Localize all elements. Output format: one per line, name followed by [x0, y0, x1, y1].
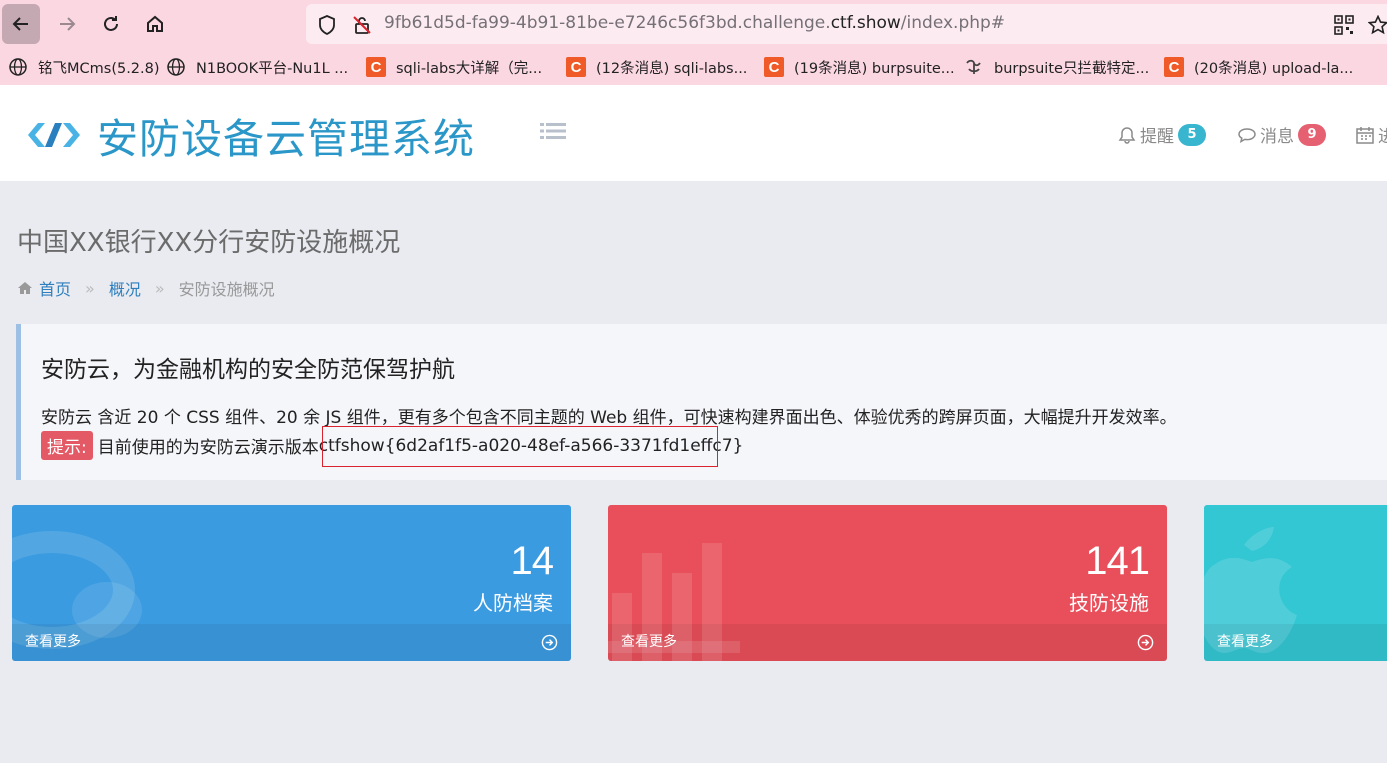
view-more-label: 查看更多 [25, 634, 81, 650]
intro-callout: 安防云，为金融机构的安全防范保驾护航 安防云 含近 20 个 CSS 组件、20… [16, 324, 1387, 480]
alerts-label: 提醒 [1140, 127, 1174, 147]
menu-icon[interactable] [540, 121, 566, 141]
reload-button[interactable] [92, 4, 130, 44]
view-more-link[interactable]: 查看更多 [12, 624, 571, 661]
stat-card-third[interactable]: 查看更多 [1204, 505, 1387, 661]
tip-text: 目前使用的为安防云演示版本 [97, 438, 319, 458]
csdn-icon: C [566, 57, 586, 77]
bookmark-label: sqli-labs大详解（完... [396, 60, 543, 77]
home-button[interactable] [136, 4, 174, 44]
qr-code-icon[interactable] [1334, 15, 1354, 35]
bookmark-n1book[interactable]: N1BOOK平台-Nu1L ... [166, 52, 348, 82]
bell-icon [1118, 126, 1136, 144]
browser-chrome: 9fb61d5d-fa99-4b91-81be-e7246c56f3bd.cha… [0, 0, 1387, 85]
star-icon[interactable] [1368, 15, 1387, 35]
address-bar[interactable]: 9fb61d5d-fa99-4b91-81be-e7246c56f3bd.cha… [306, 4, 1387, 44]
breadcrumb-separator: » [85, 278, 95, 298]
breadcrumb-overview[interactable]: 概况 [109, 276, 141, 300]
bookmarks-bar: 铭飞MCms(5.2.8) N1BOOK平台-Nu1L ... C sqli-l… [0, 52, 1387, 82]
breadcrumb-current: 安防设施概况 [178, 280, 275, 299]
tip-line: 提示: 目前使用的为安防云演示版本 ctfshow{6d2af1f5-a020-4… [41, 431, 743, 460]
stat-value: 141 [1085, 539, 1150, 583]
logo-icon[interactable] [26, 118, 82, 152]
bookmark-burpsuite-messages[interactable]: C (19条消息) burpsuite... [764, 52, 955, 82]
globe-icon [166, 57, 186, 77]
back-button[interactable] [2, 4, 40, 44]
arrow-circle-right-icon[interactable] [541, 634, 558, 651]
bookmark-label: 铭飞MCms(5.2.8) [38, 60, 160, 77]
page-title: 中国XX银行XX分行安防设施概况 [17, 228, 401, 258]
bookmark-mcms[interactable]: 铭飞MCms(5.2.8) [8, 52, 160, 82]
alerts-button[interactable]: 提醒 5 [1118, 122, 1206, 147]
reload-icon [104, 16, 118, 31]
alerts-count-badge: 5 [1178, 123, 1206, 146]
bookmark-label: (19条消息) burpsuite... [794, 60, 955, 77]
home-icon [18, 282, 32, 294]
bookmark-label: N1BOOK平台-Nu1L ... [196, 60, 349, 77]
messages-button[interactable]: 消息 9 [1237, 122, 1326, 147]
forward-button[interactable] [48, 4, 86, 44]
arrow-left-icon [12, 17, 28, 31]
home-icon [147, 15, 163, 32]
breadcrumb-home[interactable]: 首页 [39, 276, 71, 300]
tip-badge: 提示: [41, 431, 93, 460]
csdn-icon: C [1164, 57, 1184, 77]
stat-label: 人防档案 [473, 591, 553, 615]
messages-label: 消息 [1260, 127, 1294, 147]
app-header: 安防设备云管理系统 提醒 5 消息 9 进 [0, 85, 1387, 181]
stat-card-personnel[interactable]: 14 人防档案 查看更多 [12, 505, 571, 661]
stat-card-facilities[interactable]: 141 技防设施 查看更多 [608, 505, 1167, 661]
globe-icon [8, 57, 28, 77]
csdn-icon: C [764, 57, 784, 77]
callout-title: 安防云，为金融机构的安全防范保驾护航 [41, 357, 455, 383]
shield-icon[interactable] [318, 15, 336, 35]
bookmark-label: (12条消息) sqli-labs... [596, 60, 748, 77]
url-text[interactable]: 9fb61d5d-fa99-4b91-81be-e7246c56f3bd.cha… [384, 13, 1005, 33]
site-icon [964, 57, 984, 77]
calendar-button[interactable]: 进 [1356, 122, 1387, 147]
view-more-link[interactable]: 查看更多 [608, 624, 1167, 661]
breadcrumb-separator: » [154, 278, 165, 298]
breadcrumb: 首页 » 概况 » 安防设施概况 [17, 276, 275, 300]
bookmark-sqli-labs-guide[interactable]: C sqli-labs大详解（完... [366, 52, 542, 82]
bookmark-sqli-labs-messages[interactable]: C (12条消息) sqli-labs... [566, 52, 747, 82]
view-more-link[interactable]: 查看更多 [1204, 624, 1387, 661]
bookmark-label: (20条消息) upload-la... [1194, 60, 1354, 77]
calendar-icon [1356, 126, 1374, 144]
app-title[interactable]: 安防设备云管理系统 [97, 105, 475, 165]
insecure-lock-icon[interactable] [352, 15, 372, 35]
stat-value: 14 [510, 539, 554, 583]
flag-text: ctfshow{6d2af1f5-a020-48ef-a566-3371fd1e… [318, 435, 744, 456]
messages-count-badge: 9 [1298, 123, 1326, 146]
view-more-label: 查看更多 [621, 634, 677, 650]
csdn-icon: C [366, 57, 386, 77]
bookmark-burpsuite-intercept[interactable]: burpsuite只拦截特定... [964, 52, 1149, 82]
comment-icon [1238, 127, 1256, 143]
view-more-label: 查看更多 [1217, 634, 1273, 650]
calendar-label: 进 [1378, 127, 1387, 147]
callout-description: 安防云 含近 20 个 CSS 组件、20 余 JS 组件，更有多个包含不同主题… [41, 408, 1177, 428]
bookmark-upload-labs[interactable]: C (20条消息) upload-la... [1164, 52, 1353, 82]
bookmark-label: burpsuite只拦截特定... [994, 60, 1150, 77]
arrow-right-icon [60, 17, 76, 31]
arrow-circle-right-icon[interactable] [1137, 634, 1154, 651]
stat-label: 技防设施 [1069, 591, 1149, 615]
